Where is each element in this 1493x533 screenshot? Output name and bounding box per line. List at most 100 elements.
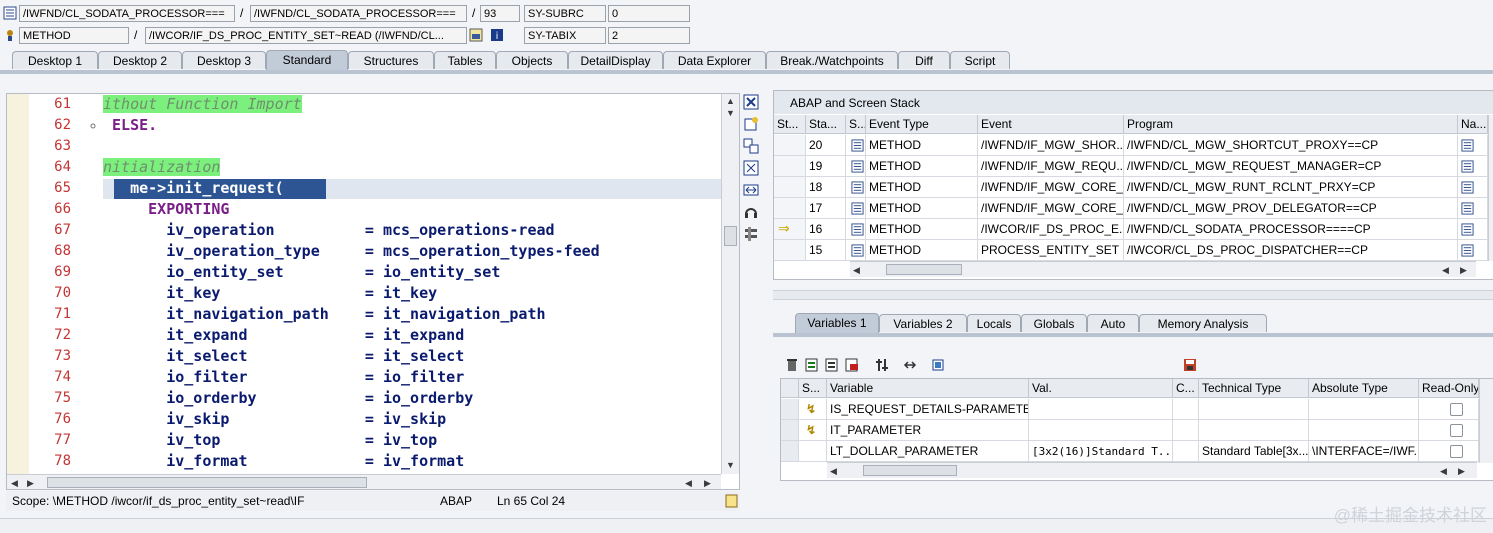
variable-column-header[interactable]: Read-Only (1419, 379, 1479, 398)
stack-column-header[interactable]: S... (846, 115, 866, 134)
code-line[interactable]: iv_operation = mcs_operations-read (103, 221, 554, 239)
notes-icon[interactable] (725, 494, 739, 508)
find-icon[interactable] (931, 358, 945, 372)
tab-desktop-3[interactable]: Desktop 3 (182, 51, 266, 69)
breakpoint-gutter[interactable] (7, 94, 30, 474)
navigate-icon[interactable] (1461, 202, 1474, 215)
scroll-left-arrow[interactable]: ◀ (11, 478, 18, 488)
stack-column-header[interactable]: Event (978, 115, 1124, 134)
new-tool-icon[interactable] (743, 116, 759, 132)
services-icon[interactable] (743, 204, 759, 220)
navigate-icon[interactable] (469, 28, 483, 42)
export-icon[interactable] (825, 358, 839, 372)
scroll-up-arrow[interactable]: ▼ (726, 108, 735, 118)
save-icon[interactable] (1183, 358, 1197, 372)
variables-horizontal-scrollbar[interactable]: ◀ ◀ ▶ (827, 462, 1477, 478)
stack-column-header[interactable]: Event Type (866, 115, 978, 134)
stack-row[interactable]: ⇒ 16 METHOD/IWCOR/IF_DS_PROC_E.../IWFND/CL… (774, 219, 1488, 240)
stack-horizontal-scrollbar[interactable]: ◀ ◀ ▶ (850, 261, 1476, 277)
scroll-thumb[interactable] (863, 465, 957, 476)
event-type-field[interactable]: METHOD (19, 27, 129, 44)
info-icon[interactable]: i (490, 28, 504, 42)
stack-column-header[interactable]: St... (774, 115, 806, 134)
line-number-field[interactable]: 93 (480, 5, 520, 22)
scroll-thumb[interactable] (47, 477, 367, 488)
tab-auto[interactable]: Auto (1087, 314, 1139, 332)
tab-globals[interactable]: Globals (1021, 314, 1087, 332)
delete-icon[interactable] (785, 358, 799, 372)
variable-name[interactable]: IS_REQUEST_DETAILS-PARAMETE... (827, 399, 1029, 420)
maximize-icon[interactable] (743, 160, 759, 176)
stack-vertical-scrollbar[interactable] (1488, 115, 1493, 261)
tab-variables-2[interactable]: Variables 2 (879, 314, 967, 332)
row-selector[interactable] (781, 420, 799, 441)
variable-name[interactable]: IT_PARAMETER (827, 420, 1029, 441)
close-icon[interactable] (743, 94, 759, 110)
import-icon[interactable] (805, 358, 819, 372)
scroll-thumb[interactable] (886, 264, 962, 275)
read-only-checkbox[interactable] (1450, 403, 1463, 416)
code-line[interactable]: iv_top = iv_top (103, 431, 437, 449)
remove-icon[interactable] (845, 358, 859, 372)
code-line[interactable]: ithout Function Import (103, 95, 302, 113)
tab-variables-1[interactable]: Variables 1 (795, 313, 879, 333)
scroll-left-arrow[interactable]: ◀ (853, 265, 860, 275)
stack-row[interactable]: 20 METHOD/IWFND/IF_MGW_SHOR.../IWFND/CL_M… (774, 135, 1488, 156)
scroll-right-arrow[interactable]: ▶ (1460, 265, 1467, 275)
scroll-thumb[interactable] (724, 226, 737, 246)
scroll-left-arrow[interactable]: ◀ (830, 466, 837, 476)
code-line[interactable]: io_orderby = io_orderby (103, 389, 473, 407)
fold-marker[interactable] (89, 122, 97, 130)
variable-row[interactable]: ↯ IT_PARAMETER (781, 420, 1479, 441)
scroll-right-arrow[interactable]: ▶ (704, 478, 711, 488)
stack-column-header[interactable]: Na... (1458, 115, 1488, 134)
tab-objects[interactable]: Objects (496, 51, 568, 69)
tab-memory-analysis[interactable]: Memory Analysis (1139, 314, 1267, 332)
scroll-up-arrow[interactable]: ▲ (726, 96, 735, 106)
scroll-left-arrow[interactable]: ◀ (1442, 265, 1449, 275)
navigate-icon[interactable] (1461, 181, 1474, 194)
tab-desktop-1[interactable]: Desktop 1 (12, 51, 98, 69)
variable-column-header[interactable]: Variable (827, 379, 1029, 398)
tab-standard[interactable]: Standard (266, 50, 348, 70)
change-value-icon[interactable]: ↯ (806, 420, 816, 440)
variable-name[interactable]: LT_DOLLAR_PARAMETER (827, 441, 1029, 462)
variable-row[interactable]: LT_DOLLAR_PARAMETER [3x2(16)]Standard T..… (781, 441, 1479, 462)
change-value-icon[interactable]: ↯ (806, 399, 816, 419)
tab-desktop-2[interactable]: Desktop 2 (98, 51, 182, 69)
include-field[interactable]: /IWFND/CL_SODATA_PROCESSOR=== (250, 5, 467, 22)
stack-column-header[interactable]: Sta... (806, 115, 846, 134)
swap-icon[interactable] (743, 182, 759, 198)
tab-detail-display[interactable]: DetailDisplay (568, 51, 663, 69)
code-line[interactable]: nitialization (103, 158, 221, 176)
row-selector[interactable] (781, 441, 799, 462)
variable-column-header[interactable]: Technical Type (1199, 379, 1309, 398)
event-field[interactable]: /IWCOR/IF_DS_PROC_ENTITY_SET~READ (/IWFN… (145, 27, 467, 44)
navigate-icon[interactable] (1461, 223, 1474, 236)
scroll-right-arrow[interactable]: ▶ (1458, 466, 1465, 476)
code-line[interactable]: iv_skip = iv_skip (103, 410, 446, 428)
code-line[interactable]: iv_format = iv_format (103, 452, 464, 470)
editor-horizontal-scrollbar[interactable]: ◀ ▶ ◀ ▶ (7, 474, 721, 489)
code-line[interactable]: io_entity_set = io_entity_set (103, 263, 500, 281)
variable-value[interactable]: [3x2(16)]Standard T... (1029, 441, 1173, 462)
code-line[interactable]: iv_operation_type = mcs_operation_types-… (103, 242, 600, 260)
stack-row[interactable]: 15 METHOD PROCESS_ENTITY_SET/IWCOR/CL_DS_P… (774, 240, 1488, 261)
variable-column-header[interactable]: Val. (1029, 379, 1173, 398)
code-line[interactable]: it_select = it_select (103, 347, 464, 365)
tab-locals[interactable]: Locals (967, 314, 1021, 332)
editor-vertical-scrollbar[interactable]: ▲ ▼ ▼ (721, 94, 739, 474)
code-line[interactable]: it_expand = it_expand (103, 326, 464, 344)
variable-value[interactable] (1029, 420, 1173, 441)
variables-vertical-scrollbar[interactable] (1479, 379, 1493, 463)
tab-script[interactable]: Script (950, 51, 1010, 69)
scroll-left-arrow[interactable]: ◀ (685, 478, 692, 488)
source-code-editor[interactable]: 61 ithout Function Import 62 ELSE. 63 64 niti… (6, 93, 740, 490)
code-line[interactable]: it_navigation_path = it_navigation_path (103, 305, 545, 323)
navigate-icon[interactable] (1461, 139, 1474, 152)
program-field[interactable]: /IWFND/CL_SODATA_PROCESSOR=== (19, 5, 235, 22)
scroll-right-arrow[interactable]: ▶ (27, 478, 34, 488)
tab-data-explorer[interactable]: Data Explorer (663, 51, 766, 69)
code-line[interactable]: ELSE. (103, 116, 157, 134)
variable-column-header[interactable]: S... (799, 379, 827, 398)
